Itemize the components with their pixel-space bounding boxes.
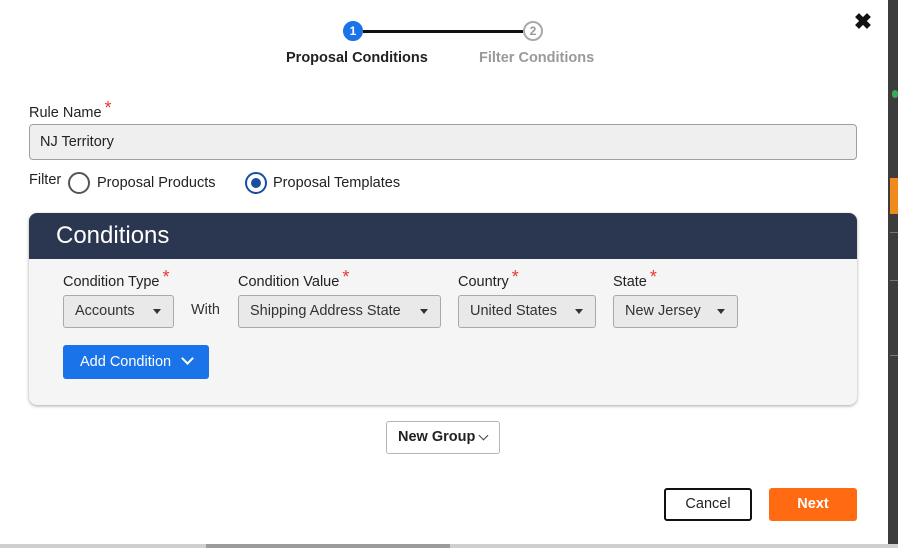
step-1-indicator[interactable]: 1 [343,21,363,41]
required-marker: * [104,98,112,118]
step-2-label: Filter Conditions [479,50,595,66]
stepper-connector [363,30,523,33]
caret-down-icon [717,309,725,314]
add-condition-label: Add Condition [80,354,172,370]
required-marker: * [649,267,657,287]
country-label: Country * [458,267,519,291]
proposal-products-radio[interactable] [68,172,90,194]
background-button-fragment [890,178,898,214]
condition-value-label-text: Condition Value [238,274,340,290]
proposal-templates-radio-label[interactable]: Proposal Templates [273,175,400,191]
required-marker: * [162,267,170,287]
chevron-down-icon [181,352,194,365]
next-button[interactable]: Next [769,488,857,521]
filter-label: Filter [29,172,62,188]
rule-wizard-modal: ✖ 1 2 Proposal Conditions Filter Conditi… [0,0,888,544]
add-condition-button[interactable]: Add Condition [63,345,209,379]
rule-name-label: Rule Name * [29,98,112,122]
step-1-label: Proposal Conditions [286,50,428,66]
condition-value-dropdown[interactable]: Shipping Address State [238,295,441,328]
proposal-products-radio-label[interactable]: Proposal Products [97,175,215,191]
close-icon[interactable]: ✖ [853,11,873,33]
new-group-button[interactable]: New Group [386,421,500,454]
required-marker: * [342,267,350,287]
chevron-down-icon [478,430,489,441]
background-scroll-thumb [206,544,450,548]
step-2-indicator[interactable]: 2 [523,21,543,41]
country-label-text: Country [458,274,509,290]
rule-name-label-text: Rule Name [29,105,102,121]
background-scrollbar [0,544,898,548]
condition-type-dropdown[interactable]: Accounts [63,295,174,328]
conditions-title: Conditions [29,213,857,259]
caret-down-icon [575,309,583,314]
condition-value-value: Shipping Address State [250,303,401,319]
background-status-dot [892,90,898,98]
state-dropdown[interactable]: New Jersey [613,295,738,328]
country-dropdown[interactable]: United States [458,295,596,328]
required-marker: * [511,267,519,287]
filter-row: Filter Proposal Products Proposal Templa… [29,170,529,196]
cancel-button[interactable]: Cancel [664,488,752,521]
country-value: United States [470,303,558,319]
new-group-label: New Group [398,429,476,445]
rule-name-input[interactable] [29,124,857,160]
condition-type-value: Accounts [75,303,135,319]
background-app-edge [888,0,898,548]
caret-down-icon [420,309,428,314]
background-divider [890,355,898,356]
condition-type-label-text: Condition Type [63,274,160,290]
state-value: New Jersey [625,303,701,319]
background-divider [890,280,898,281]
background-divider [890,232,898,233]
proposal-templates-radio[interactable] [245,172,267,194]
state-label-text: State [613,274,647,290]
wizard-stepper: 1 2 Proposal Conditions Filter Condition… [270,20,610,70]
with-connector-text: With [191,302,220,318]
condition-type-label: Condition Type * [63,267,170,291]
state-label: State * [613,267,657,291]
caret-down-icon [153,309,161,314]
condition-value-label: Condition Value * [238,267,350,291]
